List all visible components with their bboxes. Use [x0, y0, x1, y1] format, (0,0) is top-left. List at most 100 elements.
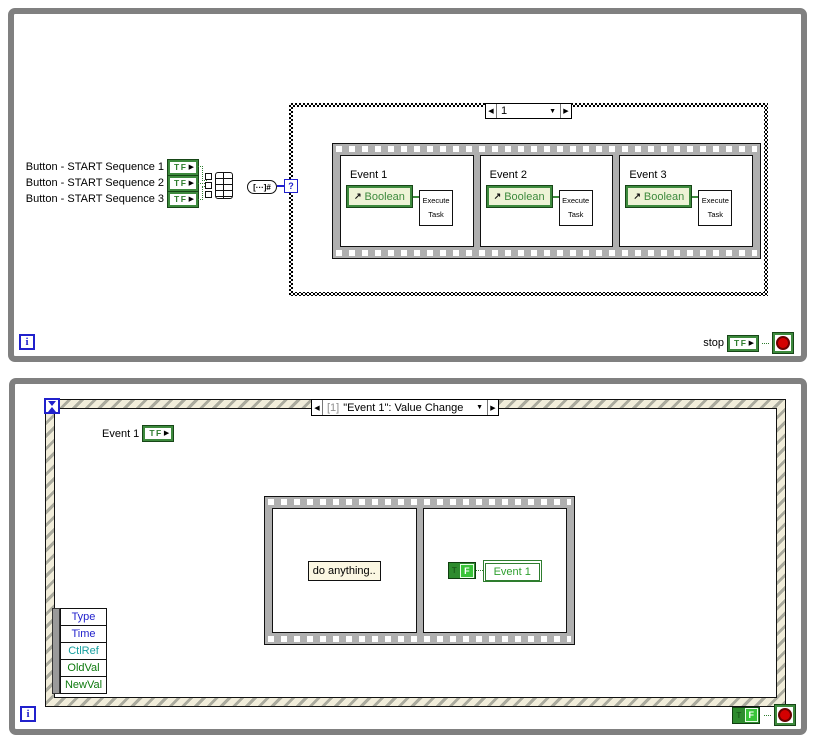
event-data-field-type: Type — [60, 608, 107, 626]
local-variable-label: Boolean — [364, 190, 405, 203]
case-selector-terminal[interactable]: ? — [284, 179, 298, 193]
boolean-control-row: Button - START Sequence 2 TF ▶ — [14, 174, 199, 192]
while-loop-bottom: ◀ [1] "Event 1": Value Change ▼ ▶ Event … — [9, 378, 807, 735]
stop-tf-terminal[interactable]: TF ▶ — [727, 334, 759, 352]
hourglass-icon — [48, 400, 56, 406]
dropdown-icon[interactable]: ▼ — [476, 404, 483, 411]
event-data-field-ctlref: CtlRef — [60, 642, 107, 660]
control-label: Button - START Sequence 2 — [25, 177, 164, 189]
local-variable-boolean[interactable]: ↗ Boolean — [625, 185, 693, 208]
event-data-field-time: Time — [60, 625, 107, 643]
sequence-frame-2: T F Event 1 — [422, 508, 567, 633]
local-variable-arrow-icon: ↗ — [354, 191, 362, 201]
terminal-out-arrow-icon: ▶ — [748, 339, 754, 347]
tf-terminal-text: TF — [174, 193, 188, 204]
execute-task-subvi[interactable]: Execute Task — [698, 190, 733, 226]
event-structure: ◀ [1] "Event 1": Value Change ▼ ▶ Event … — [44, 398, 786, 707]
event-data-node-bar — [52, 608, 60, 694]
event-source-label: Event 1 — [102, 427, 140, 440]
tf-terminal-text: TF — [149, 428, 163, 439]
frame-title: Event 3 — [629, 169, 667, 181]
boolean-wire — [475, 570, 483, 571]
event-source-tf-terminal[interactable]: TF ▶ — [142, 425, 175, 442]
case-selector[interactable]: ◀ 1 ▼ ▶ — [485, 103, 572, 119]
sequence-frame-1: do anything.. — [272, 508, 417, 633]
previous-case-icon[interactable]: ◀ — [486, 104, 497, 118]
stop-button-icon — [778, 708, 792, 722]
free-label: do anything.. — [307, 560, 381, 581]
sequence-frame-3: Event 3 ↗ Boolean Execute Task — [619, 155, 754, 247]
terminal-out-arrow-icon: ▶ — [188, 163, 194, 171]
control-label: Button - START Sequence 3 — [25, 193, 164, 205]
dropdown-icon[interactable]: ▼ — [549, 108, 556, 115]
execute-task-subvi[interactable]: Execute Task — [558, 190, 593, 226]
event-data-field-oldval: OldVal — [60, 659, 107, 677]
flat-sequence-structure: do anything.. T F Event 1 — [264, 496, 575, 645]
iteration-terminal[interactable]: i — [19, 334, 35, 350]
local-variable-arrow-icon: ↗ — [633, 191, 641, 201]
local-variable-boolean[interactable]: ↗ Boolean — [485, 185, 553, 208]
boolean-wire — [764, 714, 771, 716]
false-constant[interactable]: T F — [447, 562, 476, 579]
array-input-icon — [205, 182, 212, 189]
event-data-field-newval: NewVal — [60, 676, 107, 694]
tf-terminal-sequence-2[interactable]: TF ▶ — [167, 174, 199, 192]
tf-terminal-sequence-1[interactable]: TF ▶ — [167, 158, 199, 176]
frame-content: T F Event 1 — [424, 509, 567, 632]
build-array-inputs — [205, 173, 212, 198]
labview-block-diagram: Button - START Sequence 1 TF ▶ Button - … — [0, 0, 819, 742]
boolean-wire — [202, 166, 203, 181]
next-event-icon[interactable]: ▶ — [487, 400, 498, 415]
event-selector[interactable]: ◀ [1] "Event 1": Value Change ▼ ▶ — [311, 399, 499, 416]
event-index: [1] — [327, 401, 340, 414]
stop-button-icon — [776, 336, 790, 350]
event-data-node[interactable]: Type Time CtlRef OldVal NewVal — [52, 608, 107, 694]
frame-content: do anything.. — [273, 509, 416, 632]
iteration-terminal[interactable]: i — [20, 706, 36, 722]
event-data-fields: Type Time CtlRef OldVal NewVal — [60, 608, 107, 694]
sequence-frame-2: Event 2 ↗ Boolean Execute Task — [479, 155, 614, 247]
event-selector-label: "Event 1": Value Change — [343, 401, 464, 414]
false-constant[interactable]: T F — [732, 706, 760, 724]
terminal-out-arrow-icon: ▶ — [188, 195, 194, 203]
constant-true-label: T — [451, 566, 457, 575]
constant-true-label: T — [736, 710, 742, 720]
tf-terminal-text: TF — [174, 161, 188, 172]
sequence-frame-1: Event 1 ↗ Boolean Execute Task — [340, 155, 474, 247]
boolean-control-row: Button - START Sequence 3 TF ▶ — [14, 190, 199, 208]
event-source-row: Event 1 TF ▶ — [102, 425, 175, 442]
boolean-control-row: Button - START Sequence 1 TF ▶ — [14, 158, 199, 176]
array-input-icon — [205, 191, 212, 198]
local-variable-label: Event 1 — [484, 562, 540, 581]
constant-false-label: F — [744, 708, 758, 722]
control-label: Button - START Sequence 1 — [25, 161, 164, 173]
constant-false-label: F — [460, 563, 474, 578]
loop-condition-stop-button[interactable] — [774, 704, 796, 726]
tf-terminal-text: TF — [174, 177, 188, 188]
local-variable-label: Boolean — [504, 190, 545, 203]
local-variable-event1[interactable]: Event 1 — [482, 559, 542, 582]
case-selector-value-area[interactable]: 1 ▼ — [497, 104, 560, 118]
frame-title: Event 1 — [350, 169, 388, 181]
previous-event-icon[interactable]: ◀ — [312, 400, 323, 415]
stop-label: stop — [703, 337, 724, 349]
local-variable-arrow-icon: ↗ — [493, 191, 502, 201]
local-variable-boolean[interactable]: ↗ Boolean — [346, 185, 413, 208]
flat-sequence-structure: Event 1 ↗ Boolean Execute Task Event 2 ↗ — [332, 143, 761, 259]
next-case-icon[interactable]: ▶ — [560, 104, 571, 118]
timeout-terminal[interactable] — [44, 398, 60, 414]
tf-terminal-sequence-3[interactable]: TF ▶ — [167, 190, 199, 208]
terminal-out-arrow-icon: ▶ — [188, 179, 194, 187]
event-selector-value-area[interactable]: [1] "Event 1": Value Change ▼ — [323, 400, 487, 415]
case-structure: ◀ 1 ▼ ▶ Event 1 ↗ Boolean Execute Task E… — [289, 103, 768, 296]
boolean-array-to-number-node[interactable]: [···]# — [247, 180, 277, 194]
sequence-frames: do anything.. T F Event 1 — [272, 508, 567, 633]
build-array-node[interactable] — [205, 172, 233, 199]
loop-condition-stop-button[interactable] — [772, 332, 794, 354]
terminal-out-arrow-icon: ▶ — [163, 430, 170, 437]
boolean-wire — [202, 186, 203, 200]
array-input-icon — [205, 173, 212, 180]
tf-terminal-text: TF — [734, 337, 748, 348]
execute-task-subvi[interactable]: Execute Task — [419, 190, 453, 226]
case-selector-value: 1 — [501, 105, 508, 117]
